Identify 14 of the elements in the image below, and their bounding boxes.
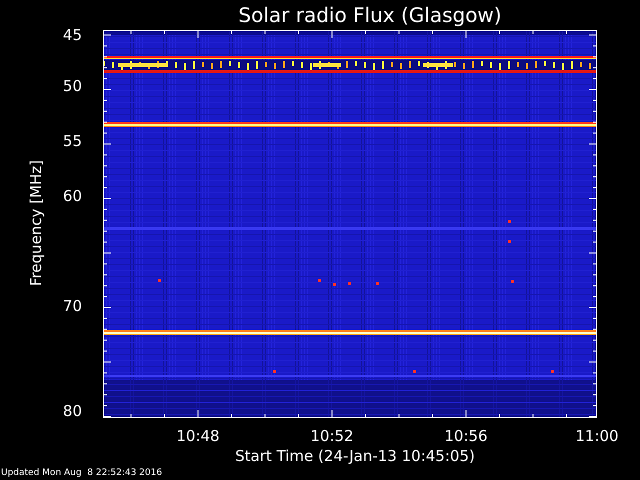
- x-tick-label: 10:56: [443, 427, 489, 445]
- y-tick-label: 50: [62, 78, 82, 94]
- y-axis-label: Frequency [MHz]: [27, 160, 45, 286]
- y-tick-label: 70: [62, 298, 82, 314]
- y-tick-label: 80: [62, 403, 82, 419]
- update-timestamp: Updated Mon Aug 8 22:52:43 2016: [1, 467, 162, 479]
- y-tick-label: 60: [62, 188, 82, 204]
- x-tick-label: 10:52: [309, 427, 355, 445]
- y-tick-label: 55: [62, 133, 82, 149]
- x-tick-label: 11:00: [574, 427, 620, 445]
- x-tick-label: 10:48: [175, 427, 221, 445]
- chart-title: Solar radio Flux (Glasgow): [237, 2, 502, 29]
- x-axis-label: Start Time (24-Jan-13 10:45:05): [235, 446, 475, 466]
- y-tick-label: 45: [62, 27, 82, 43]
